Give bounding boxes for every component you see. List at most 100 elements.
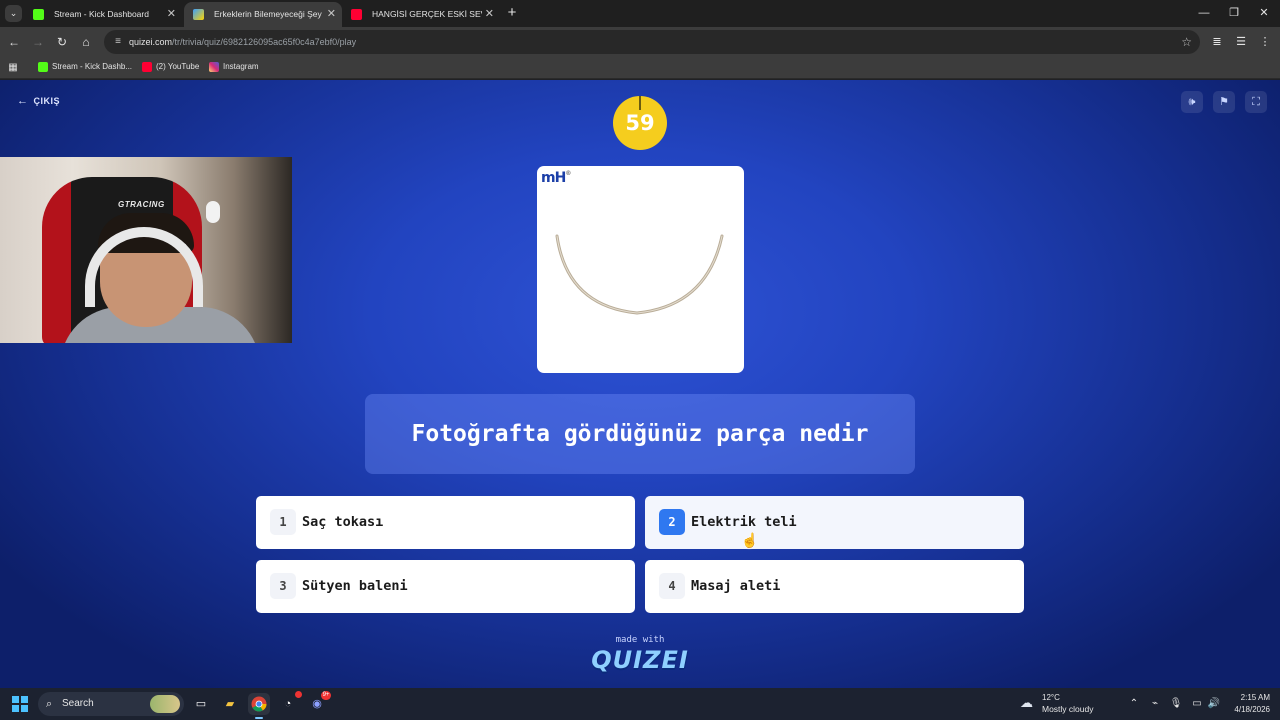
logo-text: mH [541,170,566,186]
file-explorer-icon[interactable]: ▰ [219,693,241,715]
hand-cursor-icon: ☝ [741,532,759,548]
webcam-overlay: GTRACING [0,157,292,343]
extensions-icon[interactable]: ☰ [1232,33,1250,51]
made-with-text: made with [615,635,665,645]
answer-number: 4 [659,573,685,599]
system-clock[interactable]: 2:15 AM 4/18/2026 [1224,692,1270,716]
tab-youtube-video[interactable]: HANGİSİ GERÇEK ESKİ SEVGİLİ ✕ [342,2,500,27]
answer-number: 3 [270,573,296,599]
youtube-icon [142,62,152,72]
reload-icon[interactable]: ↻ [53,33,71,51]
window-close-icon[interactable]: ✕ [1248,0,1280,27]
tab-search-chevron-icon[interactable]: ⌄ [5,5,22,22]
answer-label: Masaj aleti [691,578,781,594]
restore-icon[interactable]: ❐ [1218,0,1250,27]
answer-option-1[interactable]: 1 Saç tokası [256,496,635,549]
instagram-icon [209,62,219,72]
tab-title: Stream - Kick Dashboard [54,9,149,19]
chrome-logo [251,696,267,712]
bookmark-label: Instagram [223,62,259,71]
back-arrow-icon: ← [17,95,29,107]
bookmark-star-icon[interactable]: ☆ [1181,34,1192,50]
sound-icon[interactable]: 🕪 [1181,91,1203,113]
answer-number: 2 [659,509,685,535]
chrome-icon[interactable] [248,693,270,719]
tab-title: Erkeklerin Bilemeyeceği Şeyler [214,9,322,19]
tab-quiz[interactable]: Erkeklerin Bilemeyeceği Şeyler ✕ [184,2,342,27]
home-icon[interactable]: ⌂ [77,33,95,51]
url-host: quizei.com [129,37,173,47]
network-icon[interactable]: ⌁ [1147,696,1163,712]
answer-option-3[interactable]: 3 Sütyen baleni [256,560,635,613]
search-placeholder: Search [62,698,94,709]
clock-time: 2:15 AM [1240,693,1270,702]
bookmark-youtube[interactable]: (2) YouTube [142,57,199,79]
new-tab-button[interactable]: + [504,4,520,22]
bookmark-kick[interactable]: Stream - Kick Dashb... [38,57,132,79]
product-logo: mH® [541,170,571,186]
webcam-background-object [206,201,220,223]
browser-tab-bar: ⌄ Stream - Kick Dashboard ✕ Erkeklerin B… [0,0,1280,27]
minimize-icon[interactable]: — [1188,0,1220,27]
quizei-logo[interactable]: QUIZEI [560,646,720,674]
tab-title: HANGİSİ GERÇEK ESKİ SEVGİLİ [372,9,482,19]
exit-label: ÇIKIŞ [33,96,61,106]
browser-toolbar: ← → ↻ ⌂ ≡ quizei.com/tr/trivia/quiz/6982… [0,27,1280,57]
underwire-image [555,234,724,315]
notification-badge: 9+ [321,691,331,700]
quiz-page: ← ÇIKIŞ 🕪 ⚑ ⛶ 59 GTRACING mH® Fotoğrafta … [0,80,1280,688]
flag-icon[interactable]: ⚑ [1213,91,1235,113]
search-icon: ⌕ [46,698,53,710]
countdown-timer: 59 [613,96,667,150]
quizei-icon [193,9,204,20]
exit-button[interactable]: ← ÇIKIŞ [17,95,60,107]
discord-icon[interactable]: ◉ 9+ [306,691,331,715]
menu-dots-icon[interactable]: ⋮ [1256,33,1274,51]
answer-number: 1 [270,509,296,535]
answer-option-2[interactable]: 2 Elektrik teli [645,496,1024,549]
microphone-icon[interactable]: 🎙 [1168,696,1184,712]
volume-icon[interactable]: 🔊 [1206,696,1222,712]
url-text: quizei.com/tr/trivia/quiz/6982126095ac65… [129,30,356,54]
close-icon[interactable]: ✕ [485,2,494,26]
kick-icon [33,9,44,20]
fullscreen-icon[interactable]: ⛶ [1245,91,1267,113]
chevron-up-icon[interactable]: ⌃ [1126,696,1142,712]
bookmark-label: Stream - Kick Dashb... [52,62,133,71]
task-view-icon[interactable]: ▭ [190,693,212,715]
answer-label: Saç tokası [302,514,384,530]
close-icon[interactable]: ✕ [167,2,176,26]
clock-date: 4/18/2026 [1234,705,1270,714]
apps-grid-icon[interactable]: ▦ [7,62,19,74]
weather-condition: Mostly cloudy [1042,704,1094,714]
windows-taskbar: ⌕ Search ▭ ▰ ◔ ◉ 9+ ☁ 12°C Mostly cloudy … [0,688,1280,720]
answer-option-4[interactable]: 4 Masaj aleti [645,560,1024,613]
bookmarks-bar: ▦ Stream - Kick Dashb... (2) YouTube Ins… [0,57,1280,79]
obs-icon[interactable]: ◔ [277,691,302,715]
close-icon[interactable]: ✕ [327,2,336,26]
url-path: /tr/trivia/quiz/6982126095ac65f0c4a7ebf0… [172,37,357,47]
tab-kick-dashboard[interactable]: Stream - Kick Dashboard ✕ [24,2,182,27]
timer-value: 59 [625,111,655,135]
bookmark-label: (2) YouTube [156,62,200,71]
back-arrow-icon[interactable]: ← [5,33,23,51]
weather-temp: 12°C [1042,693,1060,702]
address-bar[interactable]: ≡ quizei.com/tr/trivia/quiz/6982126095ac… [104,30,1200,54]
kick-icon [38,62,48,72]
question-card: Fotoğrafta gördüğünüz parça nedir [365,394,915,474]
timer-needle [639,96,641,110]
media-controls-icon[interactable]: ≣ [1208,33,1226,51]
question-image: mH® [537,166,744,373]
forward-arrow-icon[interactable]: → [29,33,47,51]
cloudy-weather-icon: ☁ [1020,695,1033,710]
youtube-icon [351,9,362,20]
display-icon[interactable]: ▭ [1189,696,1205,712]
bookmark-instagram[interactable]: Instagram [209,57,259,79]
answer-label: Sütyen baleni [302,578,408,594]
taskbar-search[interactable]: ⌕ Search [38,692,184,716]
site-info-icon[interactable]: ≡ [111,35,125,49]
chair-brand-text: GTRACING [118,200,165,209]
windows-start-icon[interactable] [12,696,28,712]
search-highlight-image [150,695,180,713]
question-text: Fotoğrafta gördüğünüz parça nedir [411,421,869,447]
